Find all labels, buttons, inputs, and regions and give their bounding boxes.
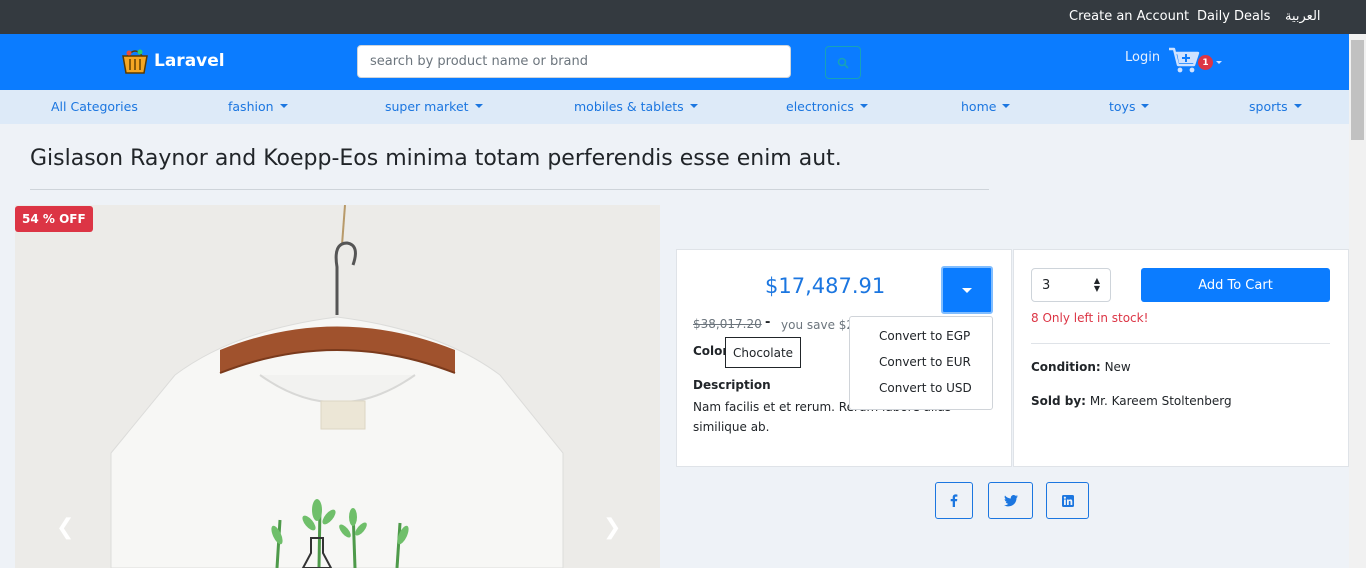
category-all[interactable]: All Categories (51, 99, 138, 114)
basket-icon (122, 49, 148, 74)
create-account-link[interactable]: Create an Account (1069, 9, 1189, 24)
convert-egp-option[interactable]: Convert to EGP (850, 323, 992, 349)
description-heading: Description (693, 378, 771, 392)
category-sports[interactable]: sports (1249, 99, 1302, 114)
category-label: home (961, 99, 997, 114)
chevron-down-icon (1141, 104, 1150, 108)
sold-by-label: Sold by: (1031, 394, 1086, 408)
stock-warning: 8 Only left in stock! (1031, 311, 1149, 325)
currency-convert-button[interactable] (941, 266, 993, 314)
category-label: fashion (228, 99, 274, 114)
product-title: Gislason Raynor and Koepp-Eos minima tot… (30, 146, 842, 171)
cart-plus-icon (1169, 47, 1200, 73)
search-input[interactable] (357, 45, 791, 78)
chevron-down-icon (1293, 104, 1302, 108)
condition-label: Condition: (1031, 360, 1101, 374)
category-fashion[interactable]: fashion (228, 99, 288, 114)
cart-count-badge: 1 (1198, 55, 1213, 70)
add-to-cart-button[interactable]: Add To Cart (1141, 268, 1330, 302)
search-icon (837, 57, 849, 69)
category-label: mobiles & tablets (574, 99, 684, 114)
currency-dropdown-menu: Convert to EGP Convert to EUR Convert to… (849, 316, 993, 410)
title-divider (30, 189, 989, 190)
chevron-down-icon (689, 104, 698, 108)
convert-eur-option[interactable]: Convert to EUR (850, 349, 992, 375)
select-arrows-icon: ▲ ▼ (1093, 276, 1100, 293)
cart-caret-icon[interactable] (1216, 61, 1222, 64)
category-home[interactable]: home (961, 99, 1011, 114)
daily-deals-link[interactable]: Daily Deals (1197, 9, 1270, 24)
discount-badge: 54 % OFF (15, 206, 93, 232)
seller-name: Mr. Kareem Stoltenberg (1089, 394, 1232, 408)
chevron-down-icon (859, 104, 868, 108)
category-label: super market (385, 99, 469, 114)
category-electronics[interactable]: electronics (786, 99, 868, 114)
linkedin-icon (1061, 494, 1074, 507)
product-photo (15, 205, 660, 568)
carousel-prev-icon[interactable]: ❮ (56, 515, 74, 540)
category-label: All Categories (51, 99, 138, 114)
category-label: sports (1249, 99, 1288, 114)
language-switch-link[interactable]: العربية (1285, 9, 1321, 24)
category-super-market[interactable]: super market (385, 99, 483, 114)
seller-row: Sold by: Mr. Kareem Stoltenberg (1031, 394, 1232, 408)
price-separator: - (765, 315, 771, 330)
category-toys[interactable]: toys (1109, 99, 1150, 114)
login-link[interactable]: Login (1125, 50, 1160, 65)
site-logo[interactable]: Laravel (120, 46, 225, 76)
carousel-next-icon[interactable]: ❯ (603, 515, 621, 540)
purchase-divider (1031, 343, 1330, 344)
category-mobiles-tablets[interactable]: mobiles & tablets (574, 99, 698, 114)
chevron-down-icon (279, 104, 288, 108)
category-label: electronics (786, 99, 854, 114)
share-twitter-button[interactable] (988, 482, 1033, 519)
share-facebook-button[interactable] (935, 482, 973, 519)
share-linkedin-button[interactable] (1046, 482, 1089, 519)
category-label: toys (1109, 99, 1136, 114)
quantity-value: 3 (1042, 277, 1051, 293)
condition-row: Condition: New (1031, 360, 1131, 374)
chevron-down-icon (1002, 104, 1011, 108)
search-button[interactable] (825, 46, 861, 79)
convert-usd-option[interactable]: Convert to USD (850, 375, 992, 401)
color-option-chip[interactable]: Chocolate (725, 337, 802, 368)
logo-text: Laravel (154, 51, 225, 71)
quantity-select[interactable]: 3 ▲ ▼ (1031, 268, 1111, 302)
main-header: Laravel Login 1 (0, 34, 1366, 90)
scrollbar-thumb[interactable] (1351, 40, 1364, 140)
category-nav: All Categories fashion super market mobi… (0, 90, 1349, 124)
condition-value: New (1104, 360, 1131, 374)
caret-down-icon (962, 287, 972, 293)
facebook-icon (950, 494, 958, 507)
cart-button[interactable] (1168, 46, 1200, 78)
twitter-icon (1003, 494, 1018, 506)
chevron-down-icon (474, 104, 483, 108)
product-image-carousel[interactable] (15, 205, 660, 568)
top-bar: Create an Account Daily Deals العربية (0, 0, 1366, 34)
old-price: $38,017.20 (693, 317, 762, 331)
product-price: $17,487.91 (765, 274, 886, 298)
